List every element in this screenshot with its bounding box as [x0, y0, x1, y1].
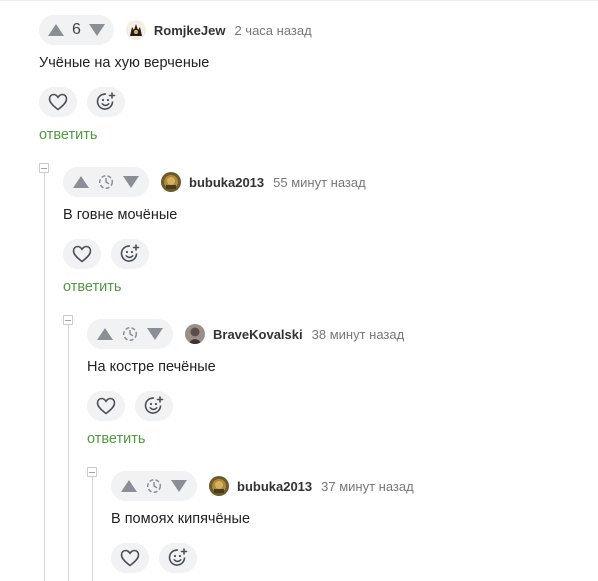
avatar[interactable] — [185, 324, 205, 344]
upvote-icon[interactable] — [119, 476, 139, 496]
avatar[interactable] — [209, 476, 229, 496]
author-name[interactable]: BraveKovalski — [213, 327, 303, 342]
upvote-icon[interactable] — [46, 20, 66, 40]
author-name[interactable]: RomjkeJew — [154, 23, 226, 38]
downvote-icon[interactable] — [169, 476, 189, 496]
thread-line — [68, 325, 69, 581]
comment: bubuka2013 37 минут назад В помоях кипяч… — [111, 471, 591, 581]
react-button[interactable] — [111, 239, 149, 269]
comment-time: 37 минут назад — [321, 478, 414, 494]
heart-icon — [72, 245, 92, 263]
downvote-icon[interactable] — [87, 20, 107, 40]
collapse-thread-button[interactable] — [63, 315, 73, 325]
avatar[interactable] — [161, 172, 181, 192]
author-name[interactable]: bubuka2013 — [237, 479, 312, 494]
reply-link[interactable]: ответить — [39, 127, 97, 143]
comment-text: В говне мочёные — [63, 207, 178, 223]
comment-text: Учёные на хую верченые — [39, 55, 210, 71]
react-button[interactable] — [87, 87, 125, 117]
like-button[interactable] — [63, 239, 101, 269]
comment-text: На костре печёные — [87, 359, 216, 375]
vote-score: 6 — [72, 21, 81, 38]
downvote-icon[interactable] — [121, 172, 141, 192]
avatar[interactable] — [125, 20, 146, 40]
collapse-thread-button[interactable] — [87, 467, 97, 477]
reply-link[interactable]: ответить — [87, 431, 145, 447]
emoji-add-icon — [168, 548, 188, 566]
emoji-add-icon — [120, 244, 140, 262]
vote-control — [63, 167, 149, 197]
reply-link[interactable]: ответить — [63, 279, 121, 295]
comment-time: 38 минут назад — [311, 326, 405, 342]
clock-icon — [144, 476, 164, 496]
heart-icon — [96, 397, 116, 415]
react-button[interactable] — [159, 543, 197, 573]
top-divider — [0, 0, 598, 1]
emoji-add-icon — [144, 396, 164, 414]
heart-icon — [120, 549, 140, 567]
downvote-icon[interactable] — [145, 324, 165, 344]
comment-time: 2 часа назад — [234, 22, 312, 38]
like-button[interactable] — [39, 87, 77, 117]
thread-line — [44, 173, 45, 581]
upvote-icon[interactable] — [95, 324, 115, 344]
vote-control — [111, 471, 197, 501]
comment-time: 55 минут назад — [273, 174, 366, 190]
vote-control — [87, 319, 173, 349]
thread-line — [92, 477, 93, 581]
react-button[interactable] — [135, 391, 173, 421]
comment: 6 RomjkeJew 2 часа назад Учёные на хую в… — [39, 15, 579, 155]
clock-icon — [120, 324, 140, 344]
comment: bubuka2013 55 минут назад В говне мочёны… — [63, 167, 583, 307]
comment-text: В помоях кипячёные — [111, 511, 251, 527]
clock-icon — [96, 172, 116, 192]
author-name[interactable]: bubuka2013 — [189, 175, 264, 190]
like-button[interactable] — [111, 543, 149, 573]
emoji-add-icon — [96, 92, 116, 110]
like-button[interactable] — [87, 391, 125, 421]
heart-icon — [48, 93, 68, 111]
vote-control: 6 — [39, 15, 114, 45]
collapse-thread-button[interactable] — [39, 163, 49, 173]
comment: BraveKovalski 38 минут назад На костре п… — [87, 319, 587, 459]
upvote-icon[interactable] — [71, 172, 91, 192]
